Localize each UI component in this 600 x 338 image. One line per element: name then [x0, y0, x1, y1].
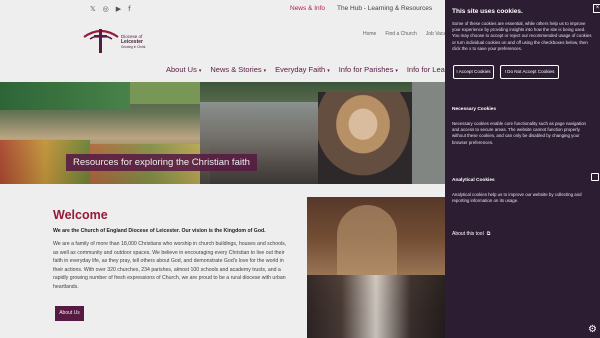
secondary-links: Home Find a Church Job Vacancies [363, 31, 458, 37]
social-links: 𝕏 ◎ ▶ f [90, 5, 131, 14]
welcome-title: Welcome [53, 208, 108, 222]
facebook-icon[interactable]: f [128, 5, 130, 14]
cross-mitre-icon [83, 29, 119, 53]
hero-woman [318, 92, 418, 184]
welcome-body: We are a family of more than 18,000 Chri… [53, 241, 287, 290]
nav-news-stories[interactable]: News & Stories ▾ [210, 65, 266, 74]
cookie-title: This site uses cookies. [452, 8, 523, 15]
find-church-link[interactable]: Find a Church [385, 31, 416, 37]
home-link[interactable]: Home [363, 31, 376, 37]
nav-info-parishes[interactable]: Info for Parishes ▾ [339, 65, 398, 74]
congregation [307, 275, 445, 338]
welcome-section: Welcome We are the Church of England Dio… [0, 184, 445, 338]
gear-icon[interactable]: ⚙ [588, 324, 597, 335]
main-nav: About Us ▾ News & Stories ▾ Everyday Faith… [166, 65, 464, 74]
about-us-button[interactable]: About Us [55, 306, 84, 321]
reject-cookies-button[interactable]: I Do Not Accept Cookies [500, 65, 559, 79]
youtube-icon[interactable]: ▶ [116, 5, 121, 14]
necessary-cookies-text: Necessary cookies enable core functional… [452, 121, 586, 145]
hero-right-edge [412, 82, 445, 184]
accept-cookies-button[interactable]: I Accept Cookies [453, 65, 494, 79]
close-icon[interactable]: × [593, 4, 600, 13]
analytical-cookies-title: Analytical Cookies [452, 178, 495, 183]
external-link-icon: ⧉ [486, 231, 491, 237]
about-tool-label: About this tool [452, 231, 484, 237]
instagram-icon[interactable]: ◎ [103, 5, 109, 14]
nav-everyday-faith[interactable]: Everyday Faith ▾ [275, 65, 330, 74]
hero-caption[interactable]: Resources for exploring the Christian fa… [66, 154, 257, 171]
news-info-link[interactable]: News & Info [290, 5, 325, 12]
necessary-cookies-title: Necessary Cookies [452, 107, 496, 112]
analytical-cookies-text: Analytical cookies help us to improve ou… [452, 192, 582, 204]
hero-banner[interactable]: Resources for exploring the Christian fa… [0, 82, 445, 184]
hero-market-awning-2 [130, 82, 200, 104]
chevron-down-icon: ▾ [198, 68, 202, 74]
hero-crowd [200, 102, 320, 184]
top-links: News & Info The Hub - Learning & Resourc… [290, 5, 432, 12]
church-arch [337, 205, 397, 275]
chevron-down-icon: ▾ [263, 68, 267, 74]
analytical-cookies-checkbox[interactable] [591, 173, 599, 181]
chevron-down-icon: ▾ [327, 68, 330, 74]
church-congregation-image [307, 197, 445, 338]
chevron-down-icon: ▾ [395, 68, 398, 74]
diocese-logo[interactable]: Diocese of Leicester Growing in Christ [82, 23, 157, 55]
logo-tagline: Growing in Christ [121, 45, 146, 49]
hero-market-awning [0, 82, 130, 110]
cookie-panel: This site uses cookies. × Some of these … [445, 0, 600, 338]
nav-about-us[interactable]: About Us ▾ [166, 65, 201, 74]
about-tool-link[interactable]: About this tool ⧉ [452, 231, 490, 237]
welcome-lead: We are the Church of England Diocese of … [53, 228, 266, 234]
cookie-intro: Some of these cookies are essential, whi… [452, 21, 592, 51]
hub-link[interactable]: The Hub - Learning & Resources [337, 5, 432, 12]
x-icon[interactable]: 𝕏 [90, 5, 96, 14]
